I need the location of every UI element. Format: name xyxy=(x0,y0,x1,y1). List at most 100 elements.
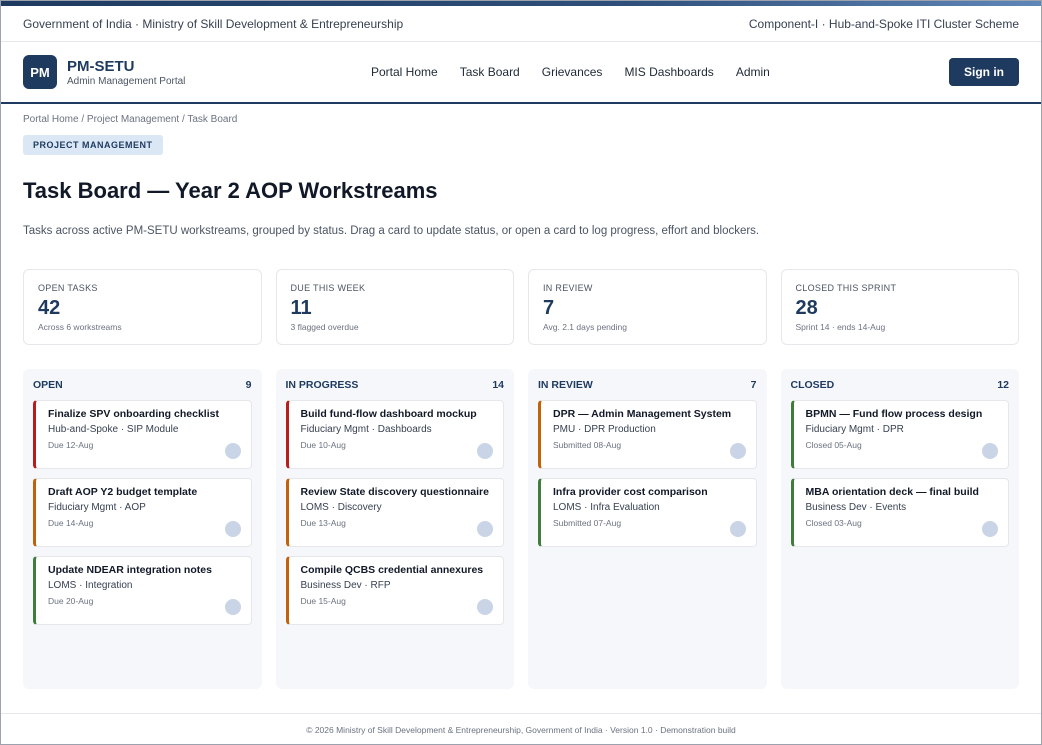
footer-text: © 2026 Ministry of Skill Development & E… xyxy=(306,725,736,735)
column-closed[interactable]: CLOSED 12 BPMN — Fund flow process desig… xyxy=(780,369,1019,689)
task-due: Closed 05-Aug xyxy=(805,440,862,450)
breadcrumb[interactable]: Portal Home / Project Management / Task … xyxy=(23,114,1019,125)
nav-mis-dashboards[interactable]: MIS Dashboards xyxy=(624,65,713,79)
assignee-avatar[interactable] xyxy=(224,443,241,459)
task-meta: Fiduciary Mgmt · AOP xyxy=(48,502,146,513)
column-header: IN REVIEW 7 xyxy=(538,379,757,391)
stat-value: 28 xyxy=(795,297,818,319)
page-description: Tasks across active PM-SETU workstreams,… xyxy=(23,225,760,237)
task-card[interactable]: Review State discovery questionnaire LOM… xyxy=(285,478,504,547)
task-board: OPEN 9 Finalize SPV onboarding checklist… xyxy=(23,369,1019,689)
brand-logo[interactable]: PM xyxy=(23,55,57,89)
column-count: 14 xyxy=(492,379,504,391)
assignee-avatar[interactable] xyxy=(224,521,241,537)
column-header: OPEN 9 xyxy=(33,379,252,391)
stat-sub: 3 flagged overdue xyxy=(290,322,359,332)
brand-subtitle: Admin Management Portal xyxy=(67,75,186,87)
main-content: Portal Home / Project Management / Task … xyxy=(1,114,1041,689)
stats-row: OPEN TASKS 42 Across 6 workstreams DUE T… xyxy=(23,269,1019,345)
gov-strip-right: Component-I · Hub-and-Spoke ITI Cluster … xyxy=(748,16,1019,31)
brand-text: PM-SETU Admin Management Portal xyxy=(67,58,185,87)
stat-sub: Avg. 2.1 days pending xyxy=(543,322,627,332)
assignee-avatar[interactable] xyxy=(729,443,746,459)
column-title: OPEN xyxy=(33,379,63,391)
task-title: Review State discovery questionnaire xyxy=(300,486,490,498)
brand[interactable]: PM PM-SETU Admin Management Portal xyxy=(23,55,343,89)
nav-task-board[interactable]: Task Board xyxy=(460,65,520,79)
assignee-avatar[interactable] xyxy=(477,599,493,615)
stat-card-in-review: IN REVIEW 7 Avg. 2.1 days pending xyxy=(528,269,767,345)
column-title: IN PROGRESS xyxy=(285,379,359,391)
stat-card-due-this-week: DUE THIS WEEK 11 3 flagged overdue xyxy=(275,269,514,345)
task-due: Due 20-Aug xyxy=(48,596,94,606)
task-meta: PMU · DPR Production xyxy=(553,424,656,435)
task-due: Due 10-Aug xyxy=(300,440,346,450)
task-title: Compile QCBS credential annexures xyxy=(300,564,484,576)
task-due: Due 12-Aug xyxy=(48,440,94,450)
stat-card-closed-this-sprint: CLOSED THIS SPRINT 28 Sprint 14 · ends 1… xyxy=(780,269,1019,345)
sign-in-button[interactable]: Sign in xyxy=(949,58,1019,86)
column-title: IN REVIEW xyxy=(538,379,593,391)
assignee-avatar[interactable] xyxy=(982,521,998,537)
task-meta: Fiduciary Mgmt · DPR xyxy=(805,424,904,435)
task-due: Due 14-Aug xyxy=(48,518,94,528)
site-footer: © 2026 Ministry of Skill Development & E… xyxy=(1,713,1041,744)
task-card[interactable]: Infra provider cost comparison LOMS · In… xyxy=(538,478,757,547)
task-card[interactable]: Build fund-flow dashboard mockup Fiducia… xyxy=(285,400,504,469)
column-title: CLOSED xyxy=(790,379,835,391)
task-card[interactable]: DPR — Admin Management System PMU · DPR … xyxy=(538,400,757,469)
column-count: 12 xyxy=(997,379,1009,391)
column-header: IN PROGRESS 14 xyxy=(286,379,505,391)
assignee-avatar[interactable] xyxy=(477,521,493,537)
task-meta: LOMS · Integration xyxy=(48,580,133,591)
task-card[interactable]: Finalize SPV onboarding checklist Hub-an… xyxy=(33,400,252,469)
assignee-avatar[interactable] xyxy=(729,521,746,537)
column-count: 9 xyxy=(245,379,252,391)
stat-sub: Sprint 14 · ends 14-Aug xyxy=(795,322,886,332)
page-title: Task Board — Year 2 AOP Workstreams xyxy=(23,178,438,203)
main-nav: Portal Home Task Board Grievances MIS Da… xyxy=(371,65,949,79)
task-meta: LOMS · Infra Evaluation xyxy=(553,502,660,513)
stat-sub: Across 6 workstreams xyxy=(38,322,122,332)
task-due: Submitted 07-Aug xyxy=(553,518,622,528)
stat-label: CLOSED THIS SPRINT xyxy=(795,283,897,293)
task-meta: Hub-and-Spoke · SIP Module xyxy=(48,424,179,435)
gov-strip: Government of India · Ministry of Skill … xyxy=(1,6,1041,42)
task-card[interactable]: BPMN — Fund flow process design Fiduciar… xyxy=(790,400,1009,469)
gov-strip-left: Government of India · Ministry of Skill … xyxy=(23,16,404,31)
assignee-avatar[interactable] xyxy=(224,599,241,615)
column-open[interactable]: OPEN 9 Finalize SPV onboarding checklist… xyxy=(23,369,262,689)
stat-label: IN REVIEW xyxy=(543,283,593,293)
column-count: 7 xyxy=(750,379,757,391)
assignee-avatar[interactable] xyxy=(982,443,998,459)
task-title: Finalize SPV onboarding checklist xyxy=(48,408,219,420)
task-card[interactable]: MBA orientation deck — final build Busin… xyxy=(790,478,1009,547)
task-title: Update NDEAR integration notes xyxy=(48,564,212,576)
page-frame: Government of India · Ministry of Skill … xyxy=(0,0,1042,745)
section-pill: PROJECT MANAGEMENT xyxy=(23,135,163,155)
task-title: BPMN — Fund flow process design xyxy=(805,408,983,420)
column-header: CLOSED 12 xyxy=(791,379,1010,391)
task-meta: Business Dev · Events xyxy=(805,502,907,513)
task-title: DPR — Admin Management System xyxy=(553,408,732,420)
task-due: Due 13-Aug xyxy=(300,518,346,528)
task-title: Build fund-flow dashboard mockup xyxy=(300,408,477,420)
column-in-progress[interactable]: IN PROGRESS 14 Build fund-flow dashboard… xyxy=(275,369,514,689)
stat-value: 7 xyxy=(543,297,555,319)
stat-card-open-tasks: OPEN TASKS 42 Across 6 workstreams xyxy=(23,269,262,345)
site-header: PM PM-SETU Admin Management Portal Porta… xyxy=(1,42,1041,104)
nav-admin[interactable]: Admin xyxy=(736,65,770,79)
column-in-review[interactable]: IN REVIEW 7 DPR — Admin Management Syste… xyxy=(528,369,767,689)
brand-name: PM-SETU xyxy=(67,57,135,75)
assignee-avatar[interactable] xyxy=(477,443,493,459)
task-meta: Fiduciary Mgmt · Dashboards xyxy=(300,424,432,435)
stat-label: OPEN TASKS xyxy=(38,283,98,293)
task-due: Submitted 08-Aug xyxy=(553,440,622,450)
task-card[interactable]: Compile QCBS credential annexures Busine… xyxy=(285,556,504,625)
task-meta: Business Dev · RFP xyxy=(300,580,391,591)
nav-grievances[interactable]: Grievances xyxy=(542,65,603,79)
task-card[interactable]: Update NDEAR integration notes LOMS · In… xyxy=(33,556,252,625)
nav-portal-home[interactable]: Portal Home xyxy=(371,65,438,79)
task-card[interactable]: Draft AOP Y2 budget template Fiduciary M… xyxy=(33,478,252,547)
task-meta: LOMS · Discovery xyxy=(300,502,382,513)
